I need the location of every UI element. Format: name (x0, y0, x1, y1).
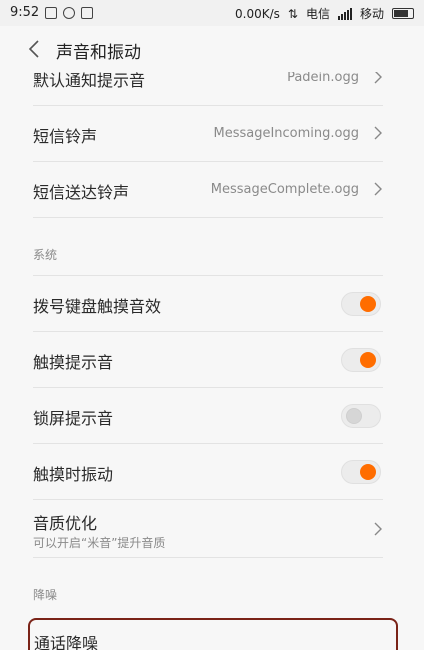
row-value: MessageComplete.ogg (210, 182, 359, 197)
row-value: Padein.ogg (287, 72, 359, 85)
row-label: 触摸时振动 (33, 465, 114, 484)
row-label: 默认通知提示音 (33, 72, 146, 90)
touch-sound-toggle[interactable] (341, 348, 381, 372)
lock-screen-sound-row[interactable]: 锁屏提示音 (33, 388, 383, 444)
status-time: 9:52 (10, 5, 40, 20)
section-label: 降噪 (33, 588, 58, 602)
toggle-knob (346, 408, 362, 424)
toggle-knob (360, 352, 376, 368)
weibo-icon (63, 6, 76, 19)
section-header-noise: 降噪 (33, 558, 383, 610)
row-label: 通话降噪 (34, 634, 99, 650)
back-button[interactable] (20, 34, 50, 64)
touch-vibration-row[interactable]: 触摸时振动 (33, 444, 383, 500)
audio-quality-row[interactable]: 音质优化 可以开启“米音”提升音质 (33, 500, 383, 558)
touch-vibration-toggle[interactable] (341, 460, 381, 484)
carrier-1: 电信 (305, 7, 330, 21)
row-label: 音质优化 (33, 514, 98, 533)
dialpad-touch-sound-toggle[interactable] (341, 292, 381, 316)
message-icon (81, 6, 94, 19)
toggle-knob (360, 296, 376, 312)
header: 声音和振动 (0, 26, 424, 72)
chevron-right-icon (374, 126, 382, 140)
call-noise-reduction-row[interactable]: 通话降噪 (28, 618, 398, 650)
row-label: 短信铃声 (33, 127, 98, 146)
row-label: 拨号键盘触摸音效 (33, 297, 162, 316)
lock-screen-sound-toggle[interactable] (341, 404, 381, 428)
row-label: 锁屏提示音 (33, 409, 114, 428)
chevron-left-icon (28, 40, 39, 58)
dialpad-touch-sound-row[interactable]: 拨号键盘触摸音效 (33, 276, 383, 332)
toggle-knob (360, 464, 376, 480)
battery-icon (392, 8, 414, 19)
signal-icon (337, 7, 352, 20)
touch-sound-row[interactable]: 触摸提示音 (33, 332, 383, 388)
sms-ringtone-row[interactable]: 短信铃声 MessageIncoming.ogg (33, 106, 383, 162)
row-label: 触摸提示音 (33, 353, 114, 372)
default-notification-sound-row[interactable]: 默认通知提示音 Padein.ogg (33, 72, 383, 106)
sms-delivered-ringtone-row[interactable]: 短信送达铃声 MessageComplete.ogg (33, 162, 383, 218)
network-speed: 0.00K/s (235, 6, 280, 21)
status-bar: 9:52 0.00K/s ⇅ 电信 移动 (0, 0, 424, 26)
settings-list[interactable]: 默认通知提示音 Padein.ogg 短信铃声 MessageIncoming.… (0, 72, 424, 650)
chevron-right-icon (374, 182, 382, 196)
row-value: MessageIncoming.ogg (213, 126, 359, 141)
section-label: 系统 (33, 248, 58, 262)
wifi-icon: ⇅ (287, 6, 298, 21)
chevron-right-icon (374, 522, 382, 536)
section-header-system: 系统 (33, 218, 383, 276)
chevron-right-icon (374, 72, 382, 84)
row-label: 短信送达铃声 (33, 183, 130, 202)
notification-icon (45, 6, 58, 19)
row-sublabel: 可以开启“米音”提升音质 (33, 536, 166, 550)
carrier-2: 移动 (359, 7, 384, 21)
page-title: 声音和振动 (56, 43, 141, 63)
